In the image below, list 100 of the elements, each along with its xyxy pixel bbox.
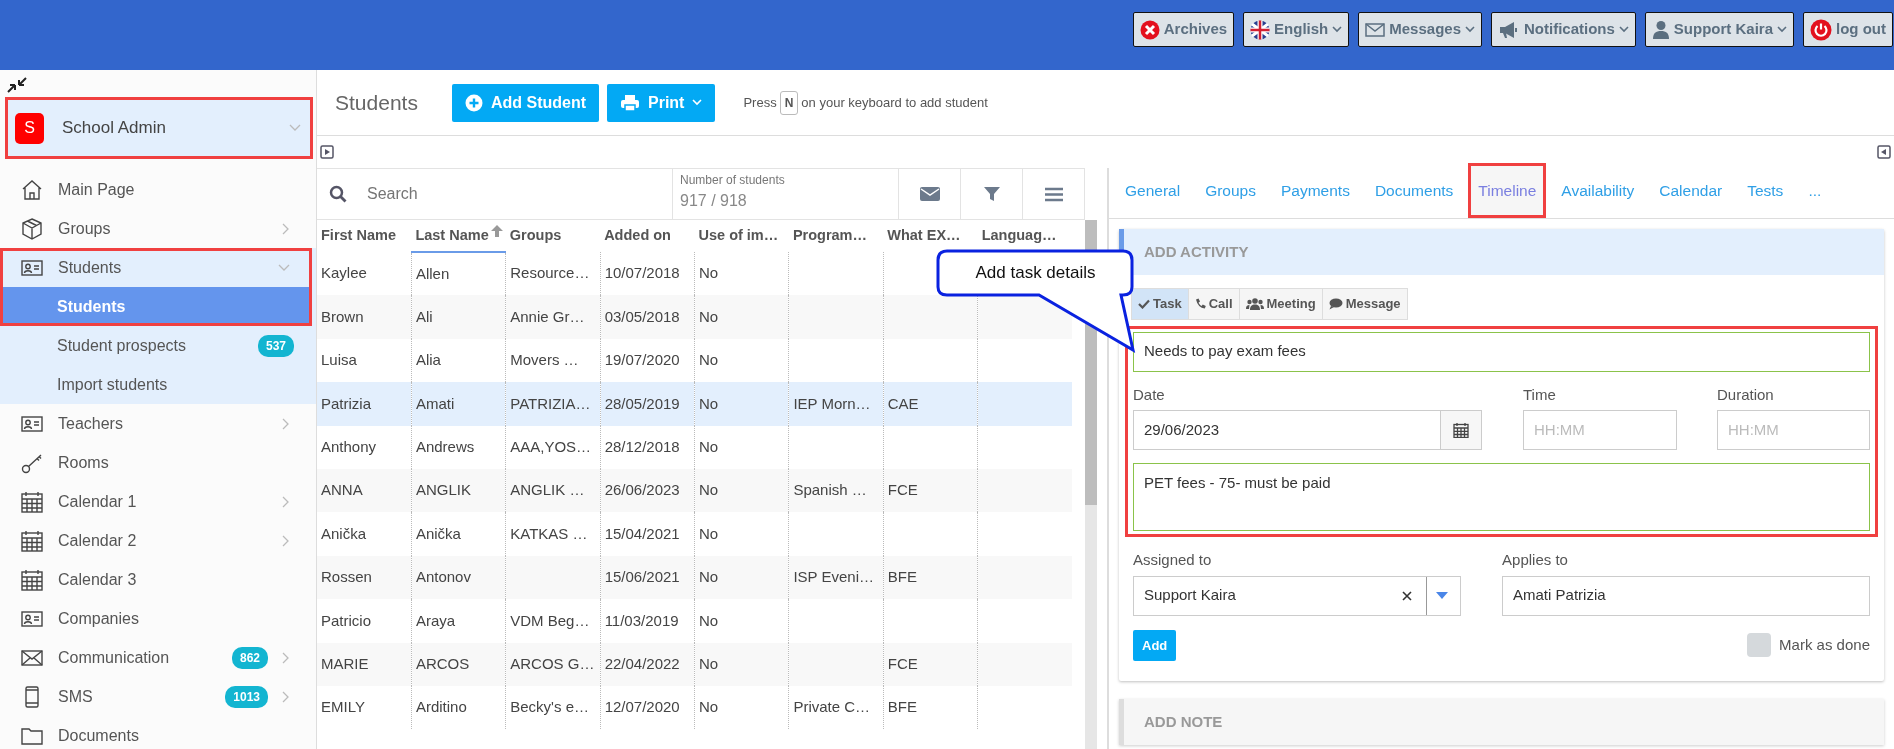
column-header[interactable]: Groups — [505, 220, 601, 252]
table-row[interactable]: Brown Ali Annie Gr… 03/05/2018 No — [317, 295, 1072, 339]
sidebar-subitem[interactable]: Import students — [0, 365, 316, 404]
table-row[interactable]: ANNA ANGLIK ANGLIK … 26/06/2023 No Spanish … FCE — [317, 468, 1072, 513]
table-cell: No — [699, 307, 719, 325]
table-cell: Araya — [415, 611, 456, 629]
table-cell: ARCOS G… — [510, 654, 595, 672]
table-row[interactable]: Anthony Andrews AAA,YOS… 28/12/2018 No — [317, 425, 1072, 469]
sidebar-item[interactable]: Communication 862 — [0, 638, 312, 677]
speech-bubble-icon — [1328, 297, 1343, 310]
count-badge: 537 — [257, 334, 294, 357]
users-icon — [1245, 297, 1264, 310]
date-field[interactable]: 29/06/2023 — [1133, 410, 1441, 450]
table-cell: FCE — [887, 654, 918, 672]
table-cell: Movers … — [510, 351, 579, 369]
sidebar-item[interactable]: Calendar 3 — [0, 560, 312, 599]
table-row[interactable]: Patrizia Amati PATRIZIA… 28/05/2019 No IEP Morn… CAE — [317, 382, 1072, 426]
table-cell: KATKAS … — [510, 524, 588, 542]
collapse-panel-icon — [1877, 145, 1891, 159]
table-cell: Resource… — [510, 264, 590, 282]
table-cell: No — [699, 524, 719, 542]
topbar-button[interactable]: log out — [1803, 12, 1893, 47]
field-label: Assigned to — [1133, 550, 1213, 570]
assignee-select[interactable]: Support Kaira — [1133, 575, 1462, 616]
checkbox[interactable] — [1747, 633, 1772, 658]
sidebar-subitem[interactable]: Student prospects 537 — [0, 326, 316, 365]
table-cell: Kaylee — [321, 264, 367, 282]
student-count: 917 / 918 — [680, 191, 748, 211]
activity-type-button[interactable]: Message — [1321, 288, 1408, 320]
topbar-button[interactable]: Support Kaira — [1644, 12, 1794, 47]
hint-text: Press — [743, 93, 777, 112]
table-cell: No — [699, 568, 719, 586]
topbar-button[interactable]: Archives — [1132, 12, 1235, 47]
column-header[interactable]: First Name — [317, 220, 412, 252]
envelope-icon — [1365, 21, 1386, 38]
calendar-icon — [20, 567, 44, 592]
sidebar-item[interactable]: Students — [0, 248, 312, 287]
table-cell: Arditino — [415, 698, 467, 716]
table-row[interactable]: MARIE ARCOS ARCOS G… 22/04/2022 No FCE — [317, 642, 1072, 686]
column-header[interactable]: What EX… — [883, 220, 978, 252]
card-header: ADD ACTIVITY — [1119, 229, 1884, 275]
topbar-button[interactable]: Messages — [1358, 12, 1482, 47]
table-cell: Brown — [321, 307, 364, 325]
sidebar-item[interactable]: Calendar 2 — [0, 521, 312, 560]
table-cell: VDM Beg… — [510, 611, 590, 629]
activity-type-button[interactable]: Call — [1187, 288, 1240, 320]
sidebar-item[interactable]: Groups — [0, 209, 312, 248]
sidebar-item[interactable]: SMS 1013 — [0, 677, 312, 716]
table-cell: MARIE — [321, 654, 369, 672]
activity-type-button[interactable]: Task — [1131, 288, 1189, 320]
topbar-button[interactable]: English — [1243, 12, 1350, 47]
table-cell: 26/06/2023 — [604, 481, 680, 499]
mark-done-checkbox[interactable]: Mark as done — [1747, 633, 1870, 658]
table-row[interactable]: Patricio Araya VDM Beg… 11/03/2019 No — [317, 599, 1072, 643]
field-label: Time — [1523, 384, 1557, 405]
column-header[interactable]: Added on — [600, 220, 695, 252]
table-cell: PATRIZIA… — [510, 394, 591, 412]
flag-icon — [1250, 19, 1271, 40]
table-cell: Patricio — [321, 611, 372, 629]
menu-icon — [1044, 186, 1063, 202]
table-cell: 15/06/2021 — [604, 568, 680, 586]
count-label: Number of students — [680, 172, 786, 189]
table-cell: 12/07/2020 — [604, 698, 680, 716]
table-cell: No — [699, 351, 719, 369]
sidebar-item[interactable]: Documents — [0, 716, 312, 749]
hint-text: on your keyboard to add student — [801, 93, 988, 112]
applies-to-field[interactable]: Amati Patrizia — [1502, 575, 1870, 616]
check-icon — [1138, 298, 1150, 309]
sidebar-item[interactable]: Teachers — [0, 404, 312, 443]
chevron-icon — [289, 124, 301, 132]
table-cell: Spanish … — [793, 481, 867, 499]
sidebar-item[interactable]: Companies — [0, 599, 312, 638]
calendar-button[interactable] — [1441, 410, 1482, 450]
sidebar-item[interactable]: Main Page — [0, 170, 312, 209]
envelope-icon — [919, 187, 940, 201]
sidebar-item[interactable]: Calendar 1 — [0, 482, 312, 521]
field-label: Date — [1133, 384, 1166, 405]
table-row[interactable]: EMILY Arditino Becky's e… 12/07/2020 No Private C… BFE — [317, 685, 1072, 730]
column-header[interactable]: Program… — [788, 220, 884, 252]
column-header[interactable]: Last Name — [411, 220, 506, 252]
table-row[interactable]: Rossen Antonov 15/06/2021 No ISP Eveni… BFE — [317, 555, 1072, 600]
close-icon — [1139, 19, 1160, 40]
school-selector[interactable]: S School Admin — [5, 97, 313, 159]
column-header[interactable]: Languag… — [977, 220, 1072, 252]
notes-field[interactable]: PET fees - 75- must be paid — [1133, 463, 1870, 531]
table-cell: Patrizia — [321, 394, 372, 412]
subject-field[interactable]: Needs to pay exam fees — [1133, 331, 1870, 372]
topbar-button[interactable]: Notifications — [1491, 12, 1636, 47]
table-cell: FCE — [887, 481, 918, 499]
table-cell: No — [699, 438, 719, 455]
table-cell: No — [699, 654, 719, 672]
column-header[interactable]: Use of im… — [694, 220, 789, 252]
table-cell: AAA,YOS… — [510, 438, 592, 455]
field-label: Duration — [1717, 384, 1775, 405]
table-cell: Becky's e… — [510, 698, 589, 716]
table-cell: Allen — [415, 264, 450, 282]
activity-type-button[interactable]: Meeting — [1238, 288, 1323, 320]
sidebar-item[interactable]: Rooms — [0, 443, 312, 482]
table-cell: 11/03/2019 — [604, 611, 679, 629]
table-row[interactable]: Anička Anička KATKAS … 15/04/2021 No — [317, 512, 1072, 556]
